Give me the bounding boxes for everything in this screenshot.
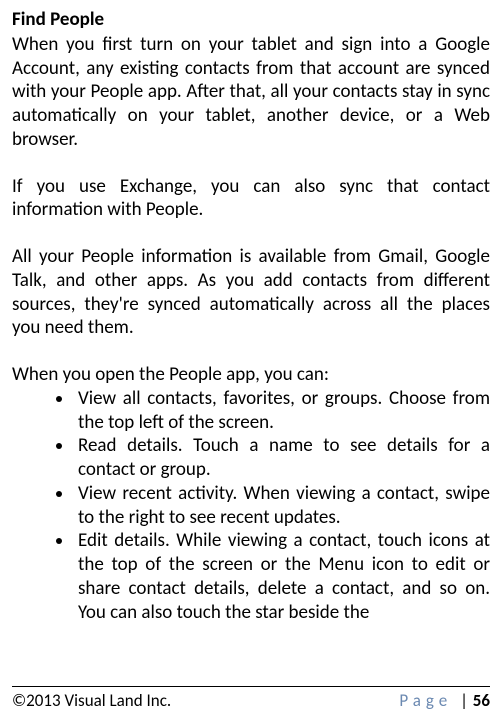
page-number-block: Page | 56 [399, 690, 490, 711]
paragraph: When you open the People app, you can: [12, 363, 490, 387]
paragraph: All your People information is available… [12, 245, 490, 340]
bullet-list: View all contacts, favorites, or groups.… [12, 387, 490, 625]
copyright-text: ©2013 Visual Land Inc. [12, 690, 171, 711]
section-heading: Find People [12, 8, 490, 32]
document-body: Find People When you first turn on your … [12, 8, 490, 624]
page-separator: | [460, 690, 468, 711]
document-page: Find People When you first turn on your … [0, 0, 502, 716]
page-footer: ©2013 Visual Land Inc. Page | 56 [12, 686, 490, 716]
page-number: 56 [473, 690, 490, 711]
list-item: Edit details. While viewing a contact, t… [74, 529, 490, 624]
list-item: Read details. Touch a name to see detail… [74, 434, 490, 482]
paragraph: If you use Exchange, you can also sync t… [12, 175, 490, 223]
list-item: View recent activity. When viewing a con… [74, 482, 490, 530]
list-item: View all contacts, favorites, or groups.… [74, 387, 490, 435]
page-label: Page [399, 690, 452, 711]
paragraph: When you first turn on your tablet and s… [12, 33, 490, 152]
